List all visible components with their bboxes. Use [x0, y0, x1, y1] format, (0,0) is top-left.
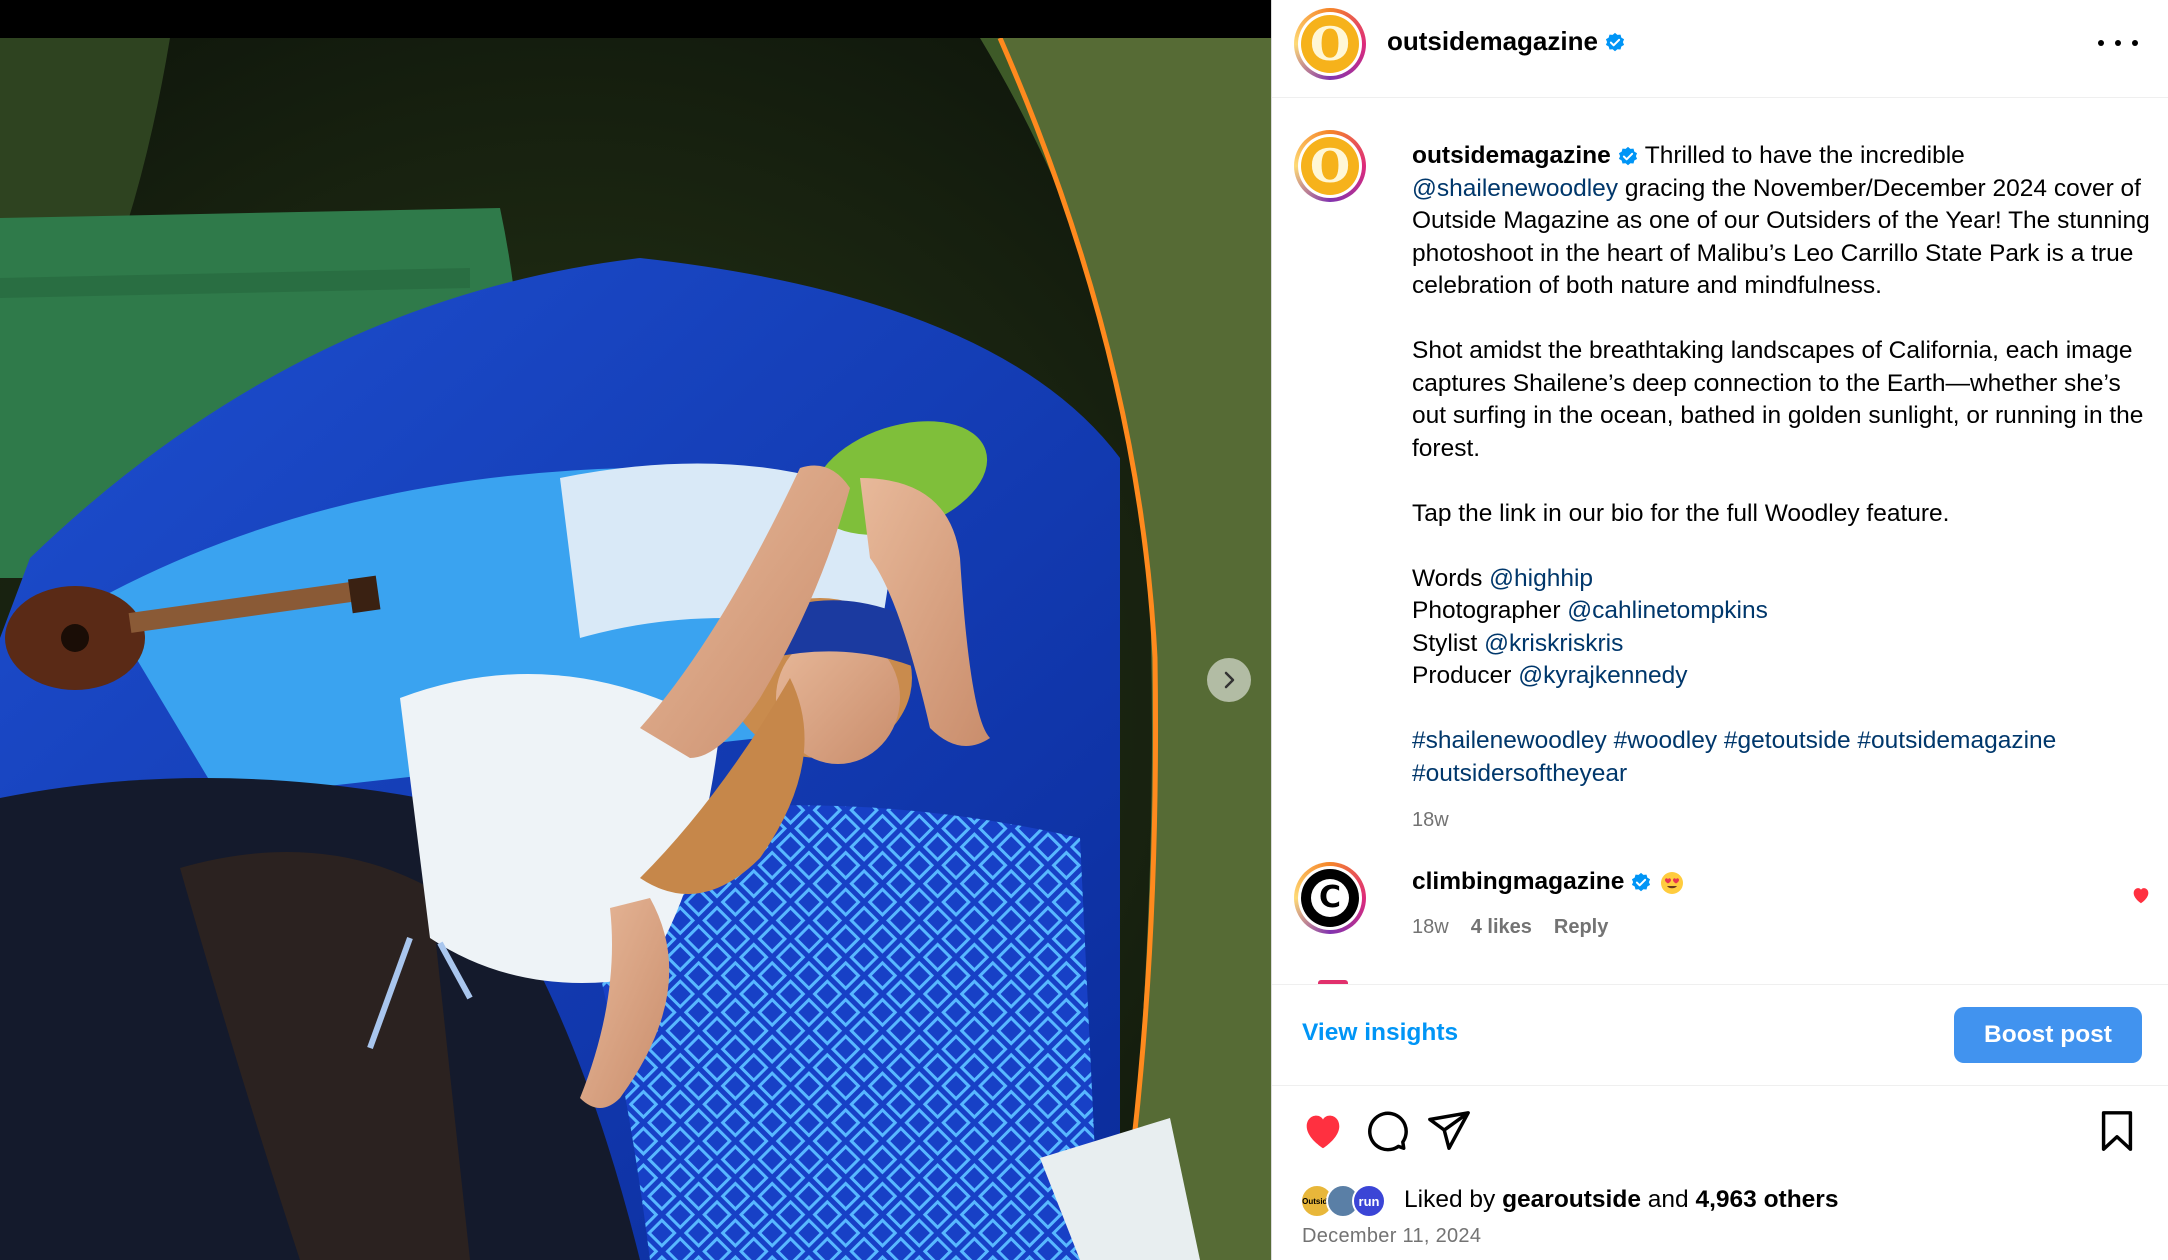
liker-avatar[interactable]: run [1352, 1184, 1386, 1218]
comment-icon[interactable] [1364, 1108, 1410, 1154]
bookmark-icon[interactable] [2094, 1108, 2140, 1154]
mention-link[interactable]: @shailenewoodley [1412, 175, 1618, 202]
liked-by-others-link[interactable]: 4,963 others [1695, 1186, 1838, 1213]
comment-line: climbingmagazine [1412, 868, 1684, 896]
author-username: outsidemagazine [1387, 26, 1598, 56]
caption-author-avatar[interactable]: O [1294, 130, 1366, 202]
caption-text: outsidemagazine Thrilled to have the incr… [1412, 140, 2152, 837]
likes-summary: Outside run Liked by gearoutside and 4,9… [1300, 1182, 1838, 1218]
credit-line: Producer @kyrajkennedy [1412, 660, 2152, 693]
author-avatar[interactable]: O [1294, 8, 1366, 80]
mention-link[interactable]: @kyrajkennedy [1518, 662, 1687, 689]
comment-reply-button[interactable]: Reply [1554, 916, 1608, 939]
heart-icon[interactable] [1300, 1108, 1346, 1154]
commenter-avatar-letter: C [1318, 880, 1342, 915]
comment-item: C climbingmagazine 18w 4 likes Reply [1294, 862, 2154, 962]
caption-username[interactable]: outsidemagazine [1412, 142, 1611, 169]
credit-line: Photographer @cahlinetompkins [1412, 595, 2152, 628]
hashtag-link[interactable]: #shailenewoodley [1412, 727, 1607, 754]
hashtag-link[interactable]: #getoutside [1724, 727, 1851, 754]
share-icon[interactable] [1426, 1108, 1472, 1154]
caption-intro: Thrilled to have the incredible [1644, 142, 1965, 169]
comment-like-heart-icon[interactable] [2130, 884, 2152, 906]
credit-role: Stylist [1412, 629, 1478, 657]
hashtag-link[interactable]: #woodley [1614, 727, 1718, 754]
comment-timestamp: 18w [1412, 916, 1449, 938]
post-date: December 11, 2024 [1302, 1225, 1482, 1247]
credit-line: Words @highhip [1412, 563, 2152, 596]
credit-role: Words [1412, 564, 1483, 592]
post-actions [1272, 1100, 2168, 1160]
caption-paragraph-2: Shot amidst the breathtaking landscapes … [1412, 337, 2144, 462]
hashtag-link[interactable]: #outsidemagazine [1857, 727, 2056, 754]
post-sidebar: O outsidemagazine O outsidemagazine Thril… [1271, 0, 2168, 1260]
carousel-next-button[interactable] [1207, 658, 1251, 702]
heart-eyes-emoji-icon [1661, 871, 1684, 894]
mention-link[interactable]: @kriskriskris [1484, 630, 1623, 657]
view-insights-link[interactable]: View insights [1302, 1019, 1458, 1047]
boost-post-button[interactable]: Boost post [1954, 1007, 2142, 1063]
caption-timestamp: 18w [1412, 809, 1449, 831]
credit-role: Producer [1412, 662, 1512, 689]
more-options-icon[interactable] [2098, 28, 2138, 58]
liker-avatars: Outside run [1300, 1182, 1396, 1218]
author-avatar-letter: O [1309, 17, 1351, 71]
liked-by-text: Liked by gearoutside and 4,963 others [1404, 1186, 1839, 1213]
post-photo [0, 38, 1271, 1260]
carousel-next-icon [1224, 671, 1235, 689]
hashtag-link[interactable]: #outsidersoftheyear [1412, 760, 1627, 787]
commenter-avatar[interactable]: C [1294, 862, 1366, 934]
credit-role: Photographer [1412, 597, 1561, 624]
credit-line: Stylist @kriskriskris [1412, 628, 2152, 661]
verified-badge-icon [1605, 33, 1625, 52]
comment-likes[interactable]: 4 likes [1471, 916, 1532, 939]
commenter-username[interactable]: climbingmagazine [1412, 868, 1624, 895]
insights-bar: View insights Boost post [1272, 984, 2168, 1086]
verified-badge-icon [1618, 146, 1637, 165]
comment-meta: 18w 4 likes Reply [1412, 916, 1608, 939]
post-header: O outsidemagazine [1272, 0, 2168, 98]
verified-badge-icon [1632, 872, 1651, 891]
liked-by-user-link[interactable]: gearoutside [1502, 1186, 1641, 1213]
author-username-link[interactable]: outsidemagazine [1387, 26, 1626, 57]
post-photo-panel[interactable] [0, 0, 1271, 1260]
photo-top-bar [0, 0, 1271, 38]
caption-paragraph-3: Tap the link in our bio for the full Woo… [1412, 499, 1950, 527]
caption-avatar-letter: O [1309, 139, 1351, 193]
mention-link[interactable]: @cahlinetompkins [1567, 597, 1768, 624]
comments-section: O outsidemagazine Thrilled to have the in… [1272, 98, 2168, 984]
mention-link[interactable]: @highhip [1489, 565, 1593, 592]
